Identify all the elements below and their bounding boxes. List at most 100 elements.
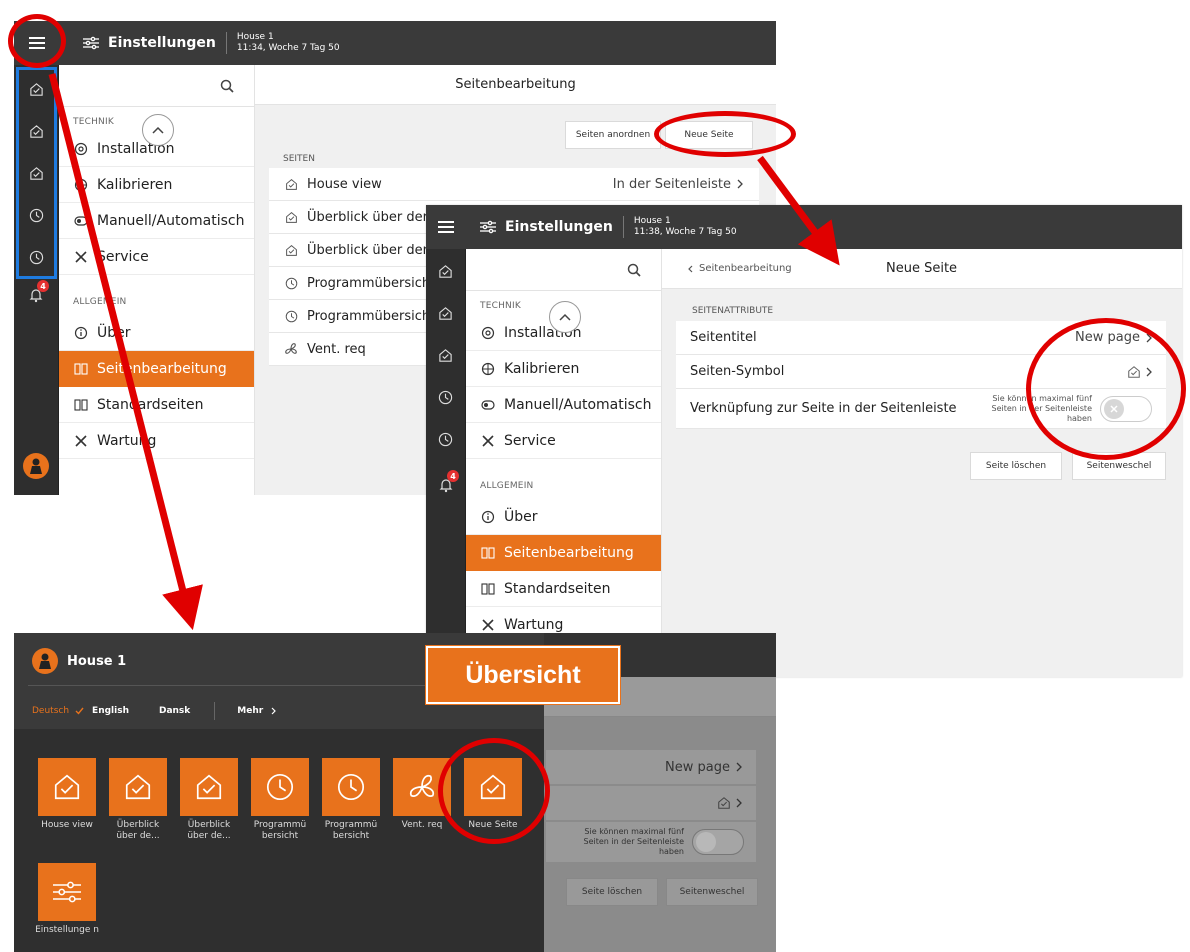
house-icon	[125, 774, 151, 800]
page-row-label: Programmübersich	[307, 308, 431, 324]
tile-label: Programmü bersicht	[253, 820, 307, 841]
menu-item-manuell-automatisch[interactable]: Manuell/Automatisch	[466, 387, 661, 423]
avatar[interactable]	[23, 453, 49, 479]
rail-clock-icon[interactable]	[14, 197, 59, 233]
pages-section-label: SEITEN	[283, 154, 315, 164]
house-icon	[283, 176, 299, 192]
content-header: Seitenbearbeitung Neue Seite	[662, 249, 1182, 289]
tile-label: Überblick über de...	[187, 820, 231, 841]
rail-house-icon[interactable]	[14, 155, 59, 191]
menu-item-wartung[interactable]: Wartung	[59, 423, 254, 459]
screen-3: New page Sie können maximal fünf Seiten …	[14, 633, 776, 952]
info-icon	[73, 325, 89, 341]
callout-text: Übersicht	[465, 660, 581, 689]
rail-clock-icon[interactable]	[426, 379, 465, 415]
language-bar: Deutsch English Dansk Mehr	[32, 702, 277, 720]
tile-icon-box	[109, 758, 167, 816]
avatar[interactable]	[32, 648, 58, 674]
menu-section-allgemein: ALLGEMEIN	[480, 481, 534, 491]
new-page-tile-highlight-ring	[438, 738, 550, 844]
crosshair-icon	[73, 177, 89, 193]
dimmed-title-value: New page	[665, 759, 730, 775]
top-bar: Einstellungen House 1 11:34, Woche 7 Tag…	[14, 21, 776, 65]
house-icon	[196, 774, 222, 800]
menu-item-ueber[interactable]: Über	[466, 499, 661, 535]
page-row-status: In der Seitenleiste	[612, 176, 731, 192]
tile-programmuebersicht-2[interactable]: Programmü bersicht	[322, 758, 380, 842]
scroll-up-button[interactable]	[549, 301, 581, 333]
language-english[interactable]: English	[92, 706, 129, 716]
tile-house-view[interactable]: House view	[38, 758, 96, 831]
installation-icon	[73, 141, 89, 157]
rail-house-icon[interactable]	[426, 253, 465, 289]
menu-item-label: Service	[97, 248, 149, 265]
language-dansk[interactable]: Dansk	[159, 706, 190, 716]
menu-item-label: Standardseiten	[504, 580, 611, 597]
rail-bell-icon[interactable]: 4	[28, 280, 49, 303]
hamburger-menu-button[interactable]	[426, 205, 466, 249]
menu-item-label: Kalibrieren	[504, 360, 580, 377]
rail-house-icon[interactable]	[14, 113, 59, 149]
content-area: Seitenbearbeitung Neue Seite SEITENATTRI…	[662, 249, 1182, 677]
tile-icon-box	[251, 758, 309, 816]
tile-label: House view	[41, 820, 93, 830]
rail-house-icon[interactable]	[14, 71, 59, 107]
toggle-icon	[480, 397, 496, 413]
menu-item-ueber[interactable]: Über	[59, 315, 254, 351]
house-icon	[283, 242, 299, 258]
sliders-icon	[53, 881, 81, 903]
menu-section-allgemein: ALLGEMEIN	[73, 297, 127, 307]
tile-einstellungen[interactable]: Einstellunge n	[35, 863, 99, 936]
topbar-title: Einstellungen	[505, 219, 613, 235]
menu-item-kalibrieren[interactable]: Kalibrieren	[466, 351, 661, 387]
house-time: 11:34, Woche 7 Tag 50	[236, 43, 340, 53]
arrange-pages-button[interactable]: Seiten anordnen	[565, 121, 661, 149]
fan-icon	[283, 341, 299, 357]
menu-item-kalibrieren[interactable]: Kalibrieren	[59, 167, 254, 203]
tile-programmuebersicht-1[interactable]: Programmü bersicht	[251, 758, 309, 842]
search-icon[interactable]	[220, 79, 234, 93]
language-more[interactable]: Mehr	[237, 706, 263, 716]
rail-house-icon[interactable]	[426, 337, 465, 373]
pages-icon	[480, 581, 496, 597]
chevron-right-icon	[271, 707, 277, 715]
menu-item-label: Service	[504, 432, 556, 449]
drawer-house-name: House 1	[67, 654, 127, 669]
menu-item-standardseiten[interactable]: Standardseiten	[466, 571, 661, 607]
dimmed-title-row: New page	[546, 750, 756, 784]
menu-item-label: Seitenbearbeitung	[97, 360, 227, 377]
menu-item-service[interactable]: Service	[59, 239, 254, 275]
menu-item-seitenbearbeitung[interactable]: Seitenbearbeitung	[466, 535, 661, 571]
menu-item-standardseiten[interactable]: Standardseiten	[59, 387, 254, 423]
language-deutsch[interactable]: Deutsch	[32, 706, 69, 716]
tools-icon	[480, 433, 496, 449]
page-title: Neue Seite	[886, 261, 958, 276]
rail-clock-icon[interactable]	[14, 239, 59, 275]
page-title-label: Seitentitel	[690, 330, 757, 345]
back-link-label: Seitenbearbeitung	[699, 263, 792, 274]
menu-item-manuell-automatisch[interactable]: Manuell/Automatisch	[59, 203, 254, 239]
page-row-label: Vent. req	[307, 341, 366, 357]
new-page-highlight-ring	[654, 111, 796, 157]
clock-icon	[337, 773, 365, 801]
menu-item-service[interactable]: Service	[466, 423, 661, 459]
back-link[interactable]: Seitenbearbeitung	[688, 263, 792, 274]
attributes-section-label: SEITENATTRIBUTE	[692, 306, 774, 316]
search-icon[interactable]	[627, 263, 641, 277]
rail-house-icon[interactable]	[426, 295, 465, 331]
menu-search-bar	[466, 249, 661, 291]
fan-icon	[409, 774, 435, 797]
menu-item-label: Wartung	[504, 616, 564, 633]
notification-badge: 4	[447, 470, 459, 482]
rail-clock-icon[interactable]	[426, 421, 465, 457]
tile-ueberblick-1[interactable]: Überblick über de...	[109, 758, 167, 842]
scroll-up-button[interactable]	[142, 114, 174, 146]
page-row[interactable]: House view In der Seitenleiste	[269, 168, 759, 201]
menu-item-seitenbearbeitung[interactable]: Seitenbearbeitung	[59, 351, 254, 387]
delete-page-button[interactable]: Seite löschen	[970, 452, 1062, 480]
menu-item-label: Standardseiten	[97, 396, 204, 413]
house-time: 11:38, Woche 7 Tag 50	[633, 227, 737, 237]
tile-label: Vent. req	[401, 820, 443, 830]
rail-bell-icon[interactable]: 4	[438, 470, 459, 493]
tile-ueberblick-2[interactable]: Überblick über de...	[180, 758, 238, 842]
